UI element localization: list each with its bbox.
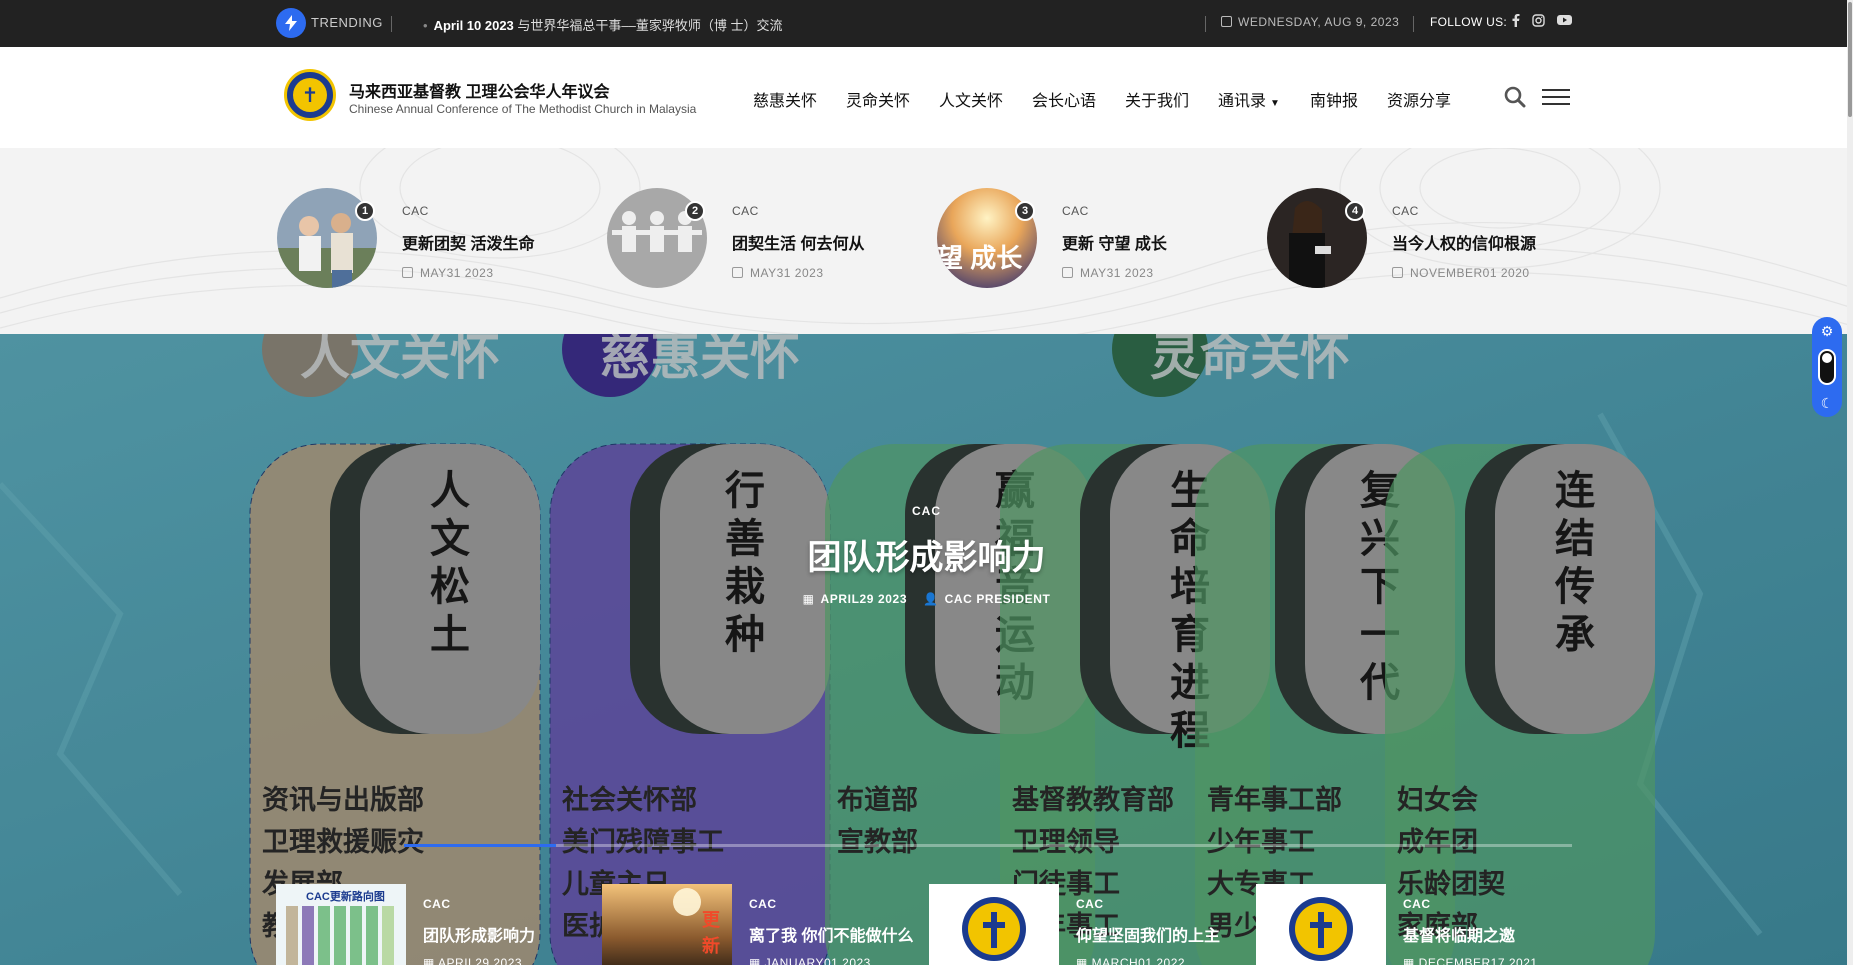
ticker-text[interactable]: 与世界华福总干事––董家骅牧师（博 士）交流 xyxy=(517,18,782,33)
card-category[interactable]: CAC xyxy=(1403,897,1431,911)
nav-item-nanzhong[interactable]: 南钟报 xyxy=(1310,87,1358,111)
dark-mode-toggle[interactable] xyxy=(1818,349,1836,385)
thumbnail-text: CAC更新路向图 xyxy=(306,891,385,903)
card-title[interactable]: 离了我 你们不能做什么 xyxy=(749,922,913,946)
current-date: WEDNESDAY, AUG 9, 2023 xyxy=(1221,15,1399,29)
hamburger-menu-icon[interactable] xyxy=(1542,89,1570,105)
ticker-date: April 10 2023 xyxy=(433,18,514,33)
card-thumbnail[interactable]: 更新 xyxy=(602,884,732,965)
chevron-down-icon: ▼ xyxy=(1270,98,1280,109)
hero-title[interactable]: 团队形成影响力 xyxy=(0,530,1853,579)
card-title[interactable]: 仰望坚固我们的上主 xyxy=(1076,922,1220,946)
post-category[interactable]: CAC xyxy=(1062,204,1089,218)
rank-badge: 3 xyxy=(1015,201,1035,221)
rank-badge: 4 xyxy=(1345,201,1365,221)
slider-card[interactable]: CAC更新路向图 CAC 团队形成影响力 ▦ APRIL29 2023 xyxy=(276,884,602,965)
settings-widget[interactable]: ⚙ ☾ xyxy=(1812,317,1842,417)
facebook-icon[interactable] xyxy=(1512,14,1520,30)
featured-post[interactable]: 2 CAC 团契生活 何去何从 MAY31 2023 xyxy=(607,188,937,298)
card-category[interactable]: CAC xyxy=(423,897,451,911)
post-date: MAY31 2023 xyxy=(1062,266,1154,280)
card-date: ▦ DECEMBER17 2021 xyxy=(1403,956,1538,965)
slider-card[interactable]: 更新 CAC 离了我 你们不能做什么 ▦ JANUARY01 2023 xyxy=(602,884,928,965)
calendar-icon xyxy=(732,267,743,278)
card-date: ▦ MARCH01 2022 xyxy=(1076,956,1186,965)
trending-label: TRENDING xyxy=(311,15,383,30)
post-title[interactable]: 团契生活 何去何从 xyxy=(732,230,864,254)
nav-item-directory[interactable]: 通讯录 ▼ xyxy=(1218,87,1280,111)
site-header: ✝ 马来西亚基督教 卫理公会华人年议会 Chinese Annual Confe… xyxy=(0,47,1853,148)
nav-item-cihui[interactable]: 慈惠关怀 xyxy=(753,87,817,111)
card-category[interactable]: CAC xyxy=(1076,897,1104,911)
hero-slider[interactable]: 人文关怀慈惠关怀灵命关怀 人文松土资讯与出版部卫理救援赈灾发展部教行善栽种社会关… xyxy=(0,334,1853,965)
follow-label: FOLLOW US: xyxy=(1430,15,1508,29)
calendar-icon: ▦ xyxy=(802,592,815,606)
search-icon[interactable] xyxy=(1503,85,1527,109)
cross-icon: ✝ xyxy=(293,78,327,112)
calendar-icon xyxy=(1062,267,1073,278)
nav-item-renwen[interactable]: 人文关怀 xyxy=(939,87,1003,111)
nav-item-resources[interactable]: 资源分享 xyxy=(1387,87,1451,111)
bullet-icon: • xyxy=(423,18,428,33)
page-scrollbar[interactable] xyxy=(1847,0,1853,965)
post-category[interactable]: CAC xyxy=(402,204,429,218)
card-title[interactable]: 团队形成影响力 xyxy=(423,922,535,946)
calendar-icon xyxy=(1221,16,1232,27)
featured-post[interactable]: 望 成长 3 CAC 更新 守望 成长 MAY31 2023 xyxy=(937,188,1267,298)
moon-icon[interactable]: ☾ xyxy=(1821,395,1834,411)
hero-date: APRIL29 2023 xyxy=(820,592,908,606)
card-date: ▦ JANUARY01 2023 xyxy=(749,956,871,965)
divider xyxy=(391,16,392,32)
post-date: MAY31 2023 xyxy=(732,266,824,280)
site-subtitle: Chinese Annual Conference of The Methodi… xyxy=(349,102,697,116)
slider-card[interactable]: CAC 基督将临期之邀 ▦ DECEMBER17 2021 xyxy=(1256,884,1582,965)
hero-meta: ▦ APRIL29 2023 👤 CAC PRESIDENT xyxy=(0,592,1853,606)
card-thumbnail[interactable]: CAC更新路向图 xyxy=(276,884,406,965)
calendar-icon xyxy=(402,267,413,278)
slider-card[interactable]: CAC 仰望坚固我们的上主 ▦ MARCH01 2022 xyxy=(929,884,1255,965)
post-title[interactable]: 更新团契 活泼生命 xyxy=(402,230,534,254)
featured-posts: 1 CAC 更新团契 活泼生命 MAY31 2023 2 CAC 团契生活 何去… xyxy=(0,148,1853,334)
hero-author[interactable]: CAC PRESIDENT xyxy=(945,592,1051,606)
post-title[interactable]: 当今人权的信仰根源 xyxy=(1392,230,1536,254)
featured-post[interactable]: 4 CAC 当今人权的信仰根源 NOVEMBER01 2020 xyxy=(1267,188,1597,298)
card-category[interactable]: CAC xyxy=(749,897,777,911)
hero-overlay xyxy=(0,334,1853,965)
scrollbar-thumb[interactable] xyxy=(1848,2,1852,117)
post-date: NOVEMBER01 2020 xyxy=(1392,266,1530,280)
card-date: ▦ APRIL29 2023 xyxy=(423,956,523,965)
post-category[interactable]: CAC xyxy=(732,204,759,218)
nav-item-huizhang[interactable]: 会长心语 xyxy=(1032,87,1096,111)
instagram-icon[interactable] xyxy=(1532,14,1545,30)
lightning-icon xyxy=(276,8,306,38)
thumbnail-text: 更新 xyxy=(702,910,720,956)
rank-badge: 2 xyxy=(685,201,705,221)
post-title[interactable]: 更新 守望 成长 xyxy=(1062,230,1167,254)
nav-item-about[interactable]: 关于我们 xyxy=(1125,87,1189,111)
gear-icon[interactable]: ⚙ xyxy=(1821,323,1834,339)
nav-item-lingming[interactable]: 灵命关怀 xyxy=(846,87,910,111)
rank-badge: 1 xyxy=(355,201,375,221)
divider xyxy=(1413,16,1414,32)
slider-progress xyxy=(404,844,1572,847)
hero-category[interactable]: CAC xyxy=(0,504,1853,518)
slider-progress-fill xyxy=(404,844,556,847)
card-title[interactable]: 基督将临期之邀 xyxy=(1403,922,1515,946)
thumbnail-text: 望 成长 xyxy=(937,243,1023,273)
site-logo[interactable]: ✝ xyxy=(284,69,336,121)
divider xyxy=(1205,16,1206,32)
site-title[interactable]: 马来西亚基督教 卫理公会华人年议会 xyxy=(349,78,609,102)
youtube-icon[interactable] xyxy=(1557,14,1572,29)
featured-post[interactable]: 1 CAC 更新团契 活泼生命 MAY31 2023 xyxy=(277,188,607,298)
post-category[interactable]: CAC xyxy=(1392,204,1419,218)
user-icon: 👤 xyxy=(923,592,939,606)
post-date: MAY31 2023 xyxy=(402,266,494,280)
calendar-icon xyxy=(1392,267,1403,278)
trending-ticker[interactable]: • April 10 2023 与世界华福总干事––董家骅牧师（博 士）交流 xyxy=(423,15,782,34)
card-thumbnail[interactable] xyxy=(929,884,1059,965)
top-bar: TRENDING • April 10 2023 与世界华福总干事––董家骅牧师（… xyxy=(0,0,1853,47)
card-thumbnail[interactable] xyxy=(1256,884,1386,965)
hero-banner-image: 人文关怀慈惠关怀灵命关怀 人文松土资讯与出版部卫理救援赈灾发展部教行善栽种社会关… xyxy=(0,334,1853,965)
